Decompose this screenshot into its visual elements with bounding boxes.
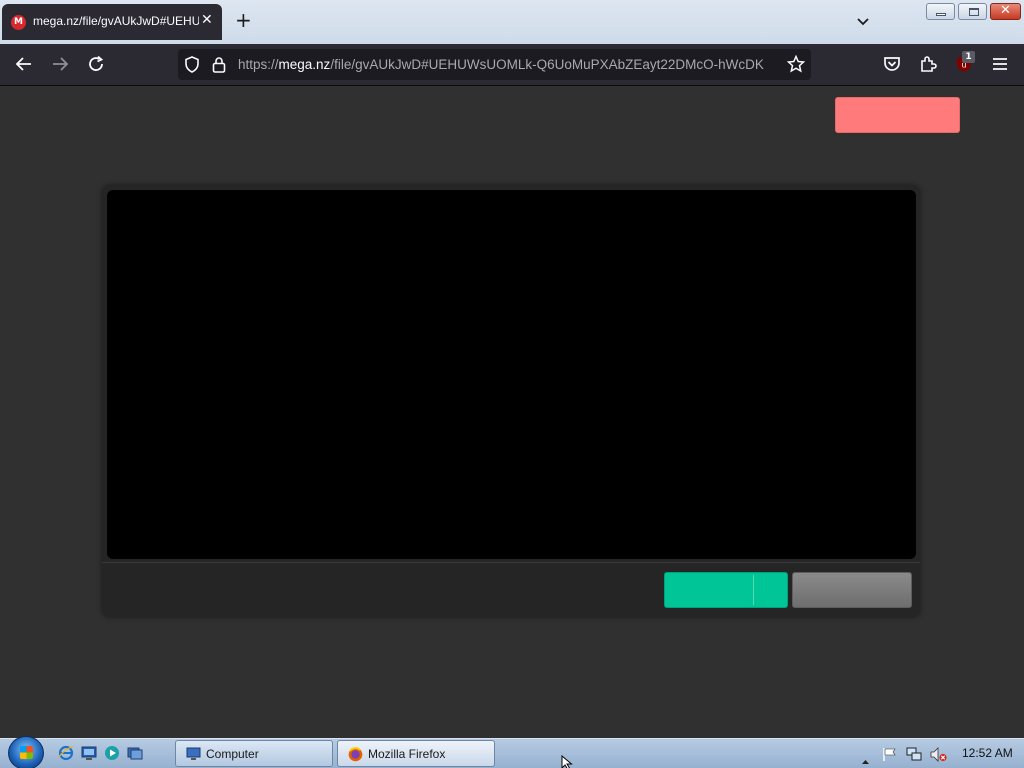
restore-window-button[interactable] <box>958 3 987 20</box>
mouse-cursor-icon <box>561 754 573 768</box>
url-path: /file/gvAUkJwD#UEHUWsUOMLk-Q6UoMuPXAbZEa… <box>330 57 764 72</box>
reload-button[interactable] <box>87 55 105 77</box>
video-preview-area[interactable] <box>107 190 916 559</box>
url-text[interactable]: https://mega.nz/file/gvAUkJwD#UEHUWsUOML… <box>238 57 776 72</box>
blocked-count-badge: 1 <box>962 51 975 63</box>
tab-strip: M mega.nz/file/gvAUkJwD#UEHUWsUOMLk-Q6Uo… <box>0 0 1024 44</box>
pocket-button[interactable] <box>883 55 901 77</box>
extensions-button[interactable] <box>919 55 937 77</box>
bookmark-star-icon[interactable] <box>786 54 806 77</box>
new-tab-button[interactable]: + <box>235 10 252 30</box>
firefox-icon <box>348 747 363 762</box>
browser-tab[interactable]: M mega.nz/file/gvAUkJwD#UEHUWsUOMLk-Q6Uo… <box>2 4 222 40</box>
show-hidden-icons-icon[interactable] <box>861 750 870 768</box>
puzzle-piece-icon <box>921 56 937 72</box>
back-arrow-icon <box>15 57 31 71</box>
app-menu-button[interactable] <box>991 55 1009 77</box>
switch-windows-icon[interactable] <box>127 745 143 761</box>
hamburger-menu-icon <box>993 58 1007 70</box>
lock-icon[interactable] <box>212 56 226 77</box>
split-button-separator <box>753 575 754 605</box>
address-bar[interactable]: https://mega.nz/file/gvAUkJwD#UEHUWsUOML… <box>178 49 811 80</box>
media-dialog <box>102 185 920 617</box>
system-clock[interactable]: 12:52 AM <box>962 746 1013 760</box>
network-icon[interactable] <box>906 747 922 766</box>
action-center-flag-icon[interactable] <box>882 747 897 766</box>
windows-logo-icon <box>20 746 33 759</box>
taskbar-item-label: Computer <box>206 747 259 761</box>
tab-title: mega.nz/file/gvAUkJwD#UEHUWsUOMLk-Q6UoMu… <box>33 14 199 28</box>
reload-icon <box>89 55 104 71</box>
volume-muted-icon[interactable] <box>930 747 947 766</box>
taskbar-item-label: Mozilla Firefox <box>368 747 446 761</box>
windows-taskbar: Computer Mozilla Firefox 12:52 AM <box>0 736 1024 768</box>
list-all-tabs-icon[interactable] <box>856 12 870 31</box>
mega-favicon-icon: M <box>11 15 26 30</box>
pocket-icon <box>884 57 900 71</box>
dialog-divider <box>102 562 920 563</box>
forward-button[interactable] <box>51 55 69 77</box>
internet-explorer-icon[interactable] <box>58 745 74 761</box>
page-content <box>0 86 1024 738</box>
minimize-window-button[interactable] <box>926 3 955 20</box>
taskbar-item-firefox[interactable]: Mozilla Firefox <box>337 740 495 767</box>
media-player-icon[interactable] <box>104 745 120 761</box>
close-tab-icon[interactable]: ✕ <box>201 12 213 28</box>
computer-icon <box>186 747 201 761</box>
close-window-button[interactable]: ✕ <box>990 3 1021 20</box>
back-button[interactable] <box>15 55 33 77</box>
show-desktop-icon[interactable] <box>81 745 97 761</box>
navigation-toolbar: https://mega.nz/file/gvAUkJwD#UEHUWsUOML… <box>0 44 1024 85</box>
start-button[interactable] <box>8 736 44 768</box>
url-host: mega.nz <box>278 57 331 72</box>
url-scheme: https:// <box>238 57 279 72</box>
tracking-protection-shield-icon[interactable] <box>184 56 200 77</box>
top-right-action-button[interactable] <box>835 97 960 133</box>
minimize-icon <box>936 13 946 16</box>
primary-split-button[interactable] <box>664 572 788 608</box>
restore-icon <box>969 8 979 16</box>
close-icon: ✕ <box>1000 3 1011 18</box>
taskbar-item-computer[interactable]: Computer <box>175 740 333 767</box>
forward-arrow-icon <box>53 57 69 71</box>
secondary-button[interactable] <box>792 572 912 608</box>
